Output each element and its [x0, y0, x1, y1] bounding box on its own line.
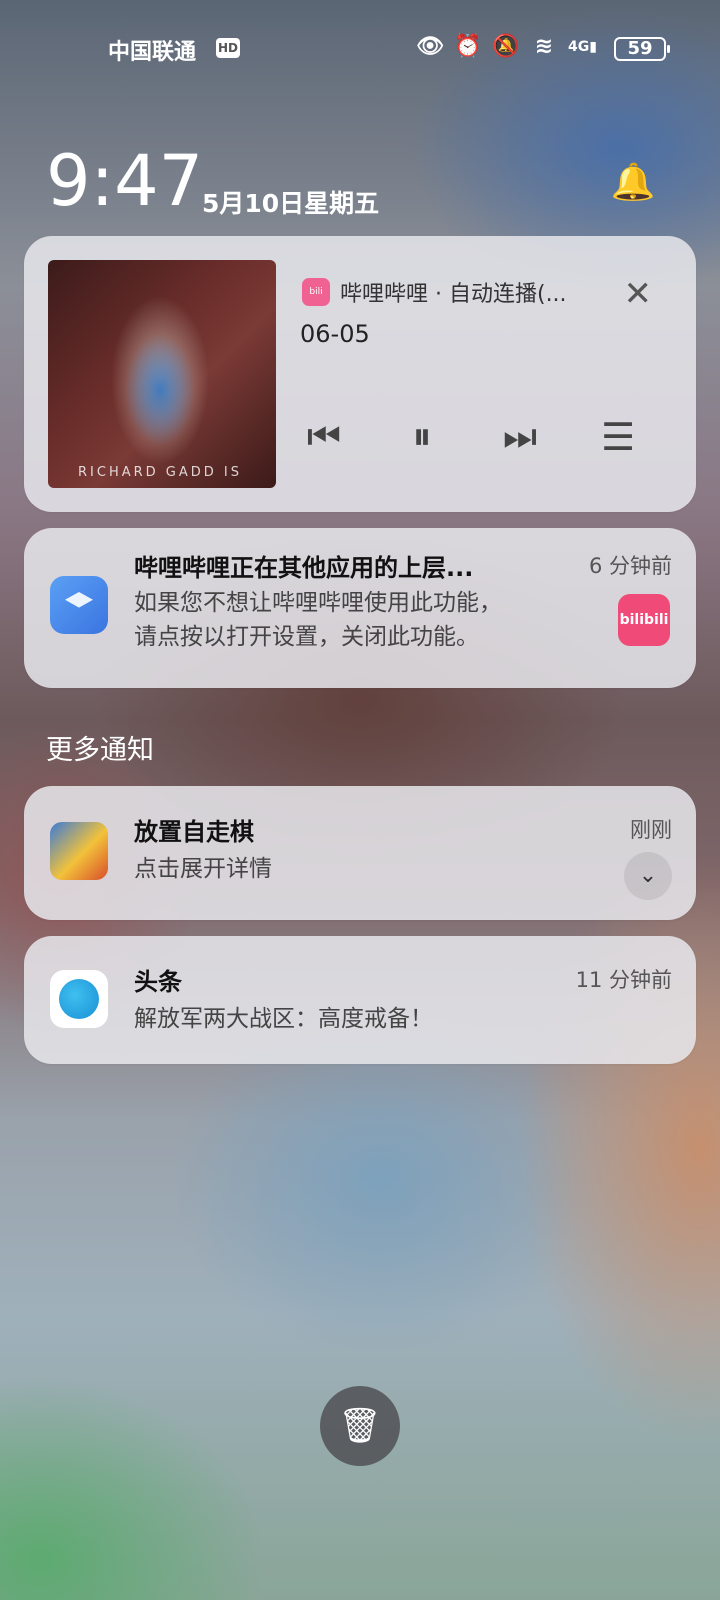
status-bar: 中国联通 HD 👁 ⏰ 🔕 ≋ 4G▮ 59: [0, 30, 720, 70]
notification-body: 解放军两大战区：高度戒备！: [134, 1006, 433, 1032]
notification-body-line: 如果您不想让哔哩哔哩使用此功能，: [134, 590, 502, 616]
pause-icon[interactable]: ⏸: [402, 414, 442, 459]
section-title: 更多通知: [46, 735, 154, 766]
notification-body: 如果您不想让哔哩哔哩使用此功能， 请点按以打开设置，关闭此功能。: [134, 586, 502, 654]
album-caption: RICHARD GADD IS: [78, 465, 242, 480]
game-app-icon: [50, 822, 108, 880]
wifi-icon: ≋: [534, 34, 554, 59]
battery-indicator: 59: [614, 37, 670, 61]
clock-time: 9:47: [46, 140, 204, 222]
toutiao-app-icon: [50, 970, 108, 1028]
eye-icon: 👁: [416, 34, 444, 59]
notification-settings-icon[interactable]: 🔔: [610, 160, 656, 206]
bilibili-icon: bili: [302, 278, 330, 306]
playlist-icon[interactable]: ☰: [598, 415, 638, 459]
layers-app-icon: [50, 576, 108, 634]
signal-4g-icon: 4G▮: [568, 39, 597, 55]
clear-all-button[interactable]: 🗑: [320, 1386, 400, 1466]
notification-body-line: 请点按以打开设置，关闭此功能。: [134, 624, 479, 650]
media-card[interactable]: RICHARD GADD IS bili 哔哩哔哩 · 自动连播(... ✕ 0…: [24, 236, 696, 512]
previous-icon[interactable]: ⏮: [304, 414, 344, 459]
notification-title: 哔哩哔哩正在其他应用的上层...: [134, 554, 474, 582]
media-app-label: 哔哩哔哩 · 自动连播(...: [340, 282, 567, 307]
alarm-icon: ⏰: [454, 34, 482, 59]
carrier-name: 中国联通: [108, 40, 197, 65]
next-icon[interactable]: ⏭: [500, 414, 540, 459]
media-source: bili 哔哩哔哩 · 自动连播(...: [302, 276, 567, 308]
media-title: 06-05: [300, 320, 370, 348]
trash-icon: 🗑: [338, 1406, 382, 1446]
album-art: RICHARD GADD IS: [48, 260, 276, 488]
notification-time: 刚刚: [630, 818, 672, 842]
clock-date: 5月10日星期五: [202, 189, 380, 218]
notification-title: 放置自走棋: [134, 818, 254, 846]
notification-game[interactable]: 放置自走棋 刚刚 点击展开详情 ⌄: [24, 786, 696, 920]
notification-title: 头条: [134, 968, 182, 996]
notification-toutiao[interactable]: 头条 11 分钟前 解放军两大战区：高度戒备！: [24, 936, 696, 1064]
media-controls: ⏮ ⏸ ⏭ ☰: [304, 414, 638, 459]
notification-overlay[interactable]: 哔哩哔哩正在其他应用的上层... 6 分钟前 如果您不想让哔哩哔哩使用此功能， …: [24, 528, 696, 688]
hd-badge: HD: [216, 38, 240, 58]
notification-body: 点击展开详情: [134, 856, 272, 882]
chevron-down-icon[interactable]: ⌄: [624, 852, 672, 900]
notification-time: 6 分钟前: [588, 554, 672, 578]
bilibili-icon: bilibili: [618, 594, 670, 646]
notification-time: 11 分钟前: [575, 968, 672, 992]
mute-bell-icon: 🔕: [492, 34, 520, 59]
close-icon[interactable]: ✕: [624, 274, 653, 314]
